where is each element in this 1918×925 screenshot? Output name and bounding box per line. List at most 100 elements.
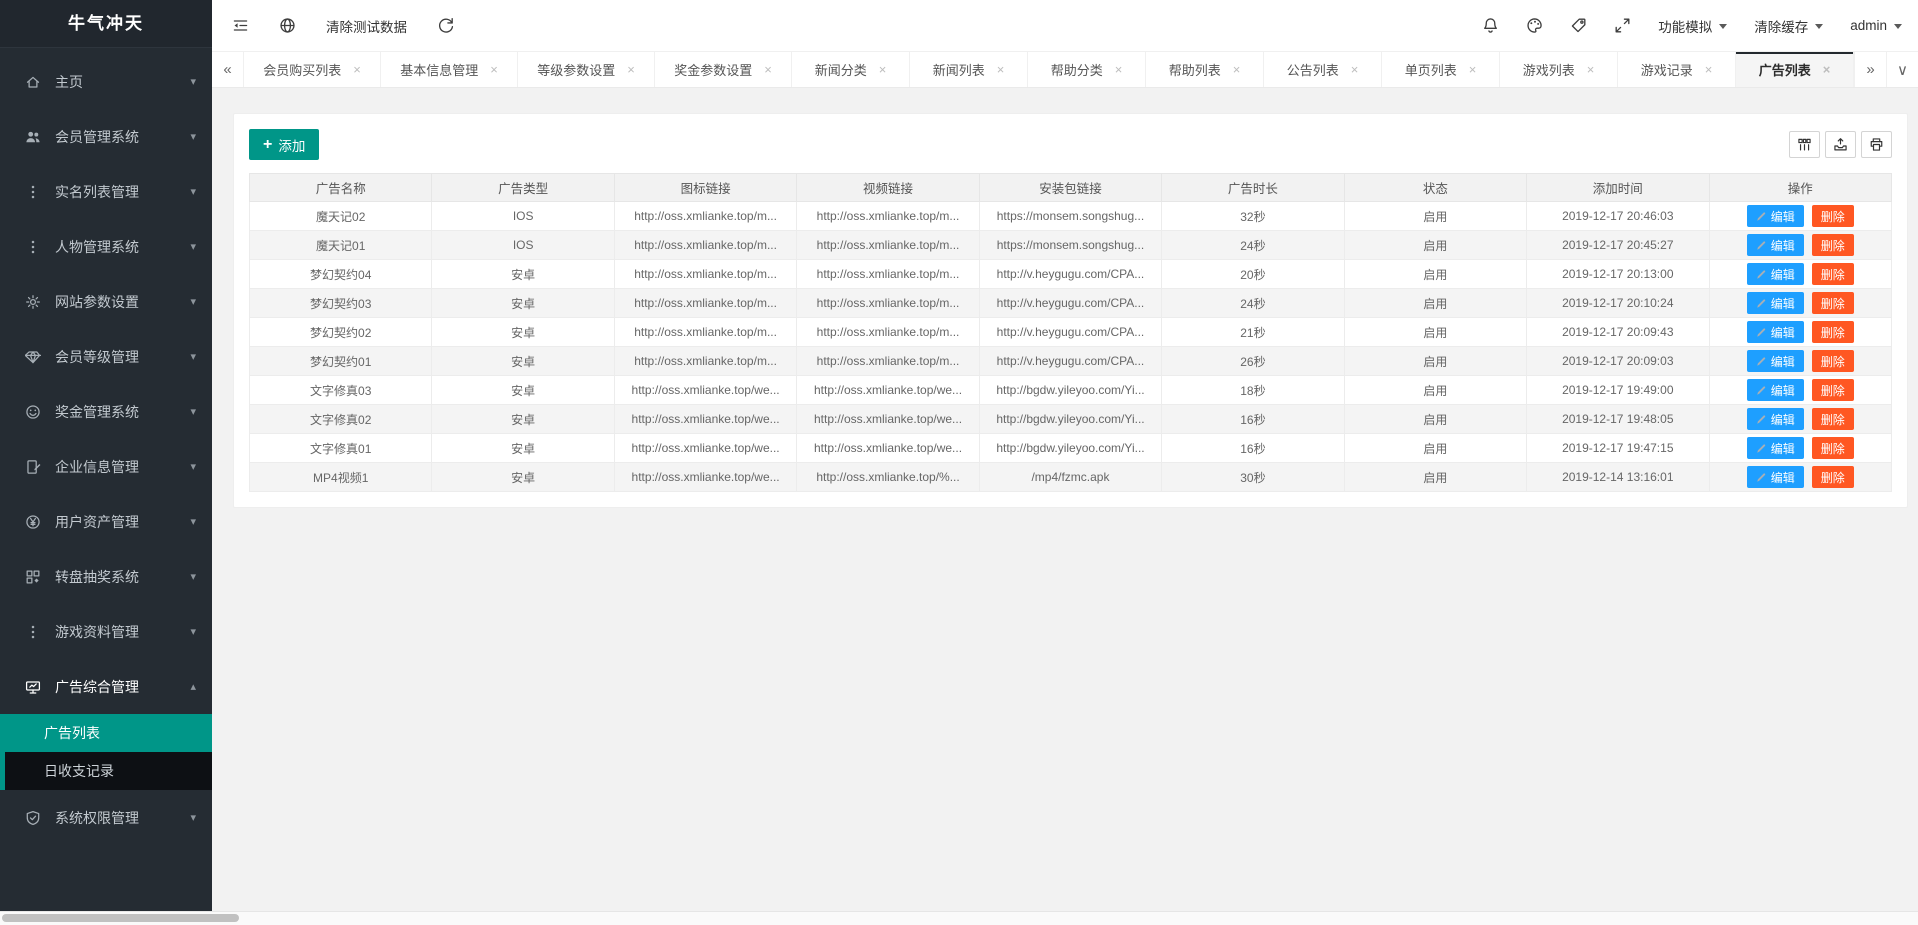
- shield-check-icon: [24, 810, 42, 826]
- cell-name: 梦幻契约01: [250, 347, 432, 376]
- tab[interactable]: 新闻分类×: [792, 52, 910, 87]
- edit-button[interactable]: 编辑: [1747, 205, 1804, 227]
- tab[interactable]: 公告列表×: [1264, 52, 1382, 87]
- close-icon[interactable]: ×: [353, 62, 361, 77]
- print-icon[interactable]: [1861, 131, 1892, 158]
- tag-icon[interactable]: [1570, 17, 1587, 34]
- display-icon: [24, 679, 42, 695]
- sidebar-item[interactable]: 广告综合管理▴: [0, 659, 212, 714]
- close-icon[interactable]: ×: [490, 62, 498, 77]
- cell-name: 文字修真01: [250, 434, 432, 463]
- chevron-down-icon: ▾: [190, 240, 196, 253]
- tab[interactable]: 基本信息管理×: [381, 52, 518, 87]
- tab[interactable]: 帮助分类×: [1028, 52, 1146, 87]
- tabs-scroll-left-button[interactable]: «: [212, 52, 244, 87]
- sidebar-item[interactable]: 实名列表管理▾: [0, 164, 212, 219]
- ad-list-panel: + 添加 广告名称广告类型图标链接视频链接安装包链接广告时长状态添加时间操作 魔…: [233, 113, 1908, 508]
- export-icon[interactable]: [1825, 131, 1856, 158]
- fullscreen-icon[interactable]: [1614, 17, 1631, 34]
- close-icon[interactable]: ×: [879, 62, 887, 77]
- tab[interactable]: 会员购买列表×: [244, 52, 381, 87]
- edit-button[interactable]: 编辑: [1747, 292, 1804, 314]
- edit-button[interactable]: 编辑: [1747, 234, 1804, 256]
- sidebar-item[interactable]: 系统权限管理▾: [0, 790, 212, 845]
- sidebar-item[interactable]: 主页▾: [0, 54, 212, 109]
- tab[interactable]: 帮助列表×: [1146, 52, 1264, 87]
- table-tools: [1789, 131, 1892, 158]
- delete-button-label: 删除: [1821, 440, 1845, 457]
- edit-button[interactable]: 编辑: [1747, 350, 1804, 372]
- tab[interactable]: 游戏列表×: [1500, 52, 1618, 87]
- tab[interactable]: 游戏记录×: [1618, 52, 1736, 87]
- tab[interactable]: 奖金参数设置×: [655, 52, 792, 87]
- close-icon[interactable]: ×: [997, 62, 1005, 77]
- globe-icon[interactable]: [279, 17, 296, 34]
- function-simulate-dropdown[interactable]: 功能模拟: [1658, 16, 1727, 36]
- sidebar-item[interactable]: 游戏资料管理▾: [0, 604, 212, 659]
- horizontal-scrollbar[interactable]: [0, 911, 1918, 925]
- tab[interactable]: 等级参数设置×: [518, 52, 655, 87]
- edit-button[interactable]: 编辑: [1747, 408, 1804, 430]
- sidebar-item[interactable]: 会员管理系统▾: [0, 109, 212, 164]
- cell-added-time: 2019-12-17 20:10:24: [1527, 289, 1709, 318]
- tab-label: 新闻列表: [933, 60, 985, 79]
- close-icon[interactable]: ×: [764, 62, 772, 77]
- tab[interactable]: 新闻列表 ×: [910, 52, 1028, 87]
- delete-button[interactable]: 删除: [1812, 408, 1854, 430]
- edit-button-label: 编辑: [1771, 237, 1795, 254]
- delete-button[interactable]: 删除: [1812, 234, 1854, 256]
- delete-button[interactable]: 删除: [1812, 321, 1854, 343]
- sidebar-item-label: 奖金管理系统: [55, 402, 190, 422]
- delete-button[interactable]: 删除: [1812, 292, 1854, 314]
- close-icon[interactable]: ×: [1233, 62, 1241, 77]
- sidebar-item[interactable]: 转盘抽奖系统▾: [0, 549, 212, 604]
- tab[interactable]: 广告列表×: [1736, 52, 1854, 87]
- delete-button[interactable]: 删除: [1812, 437, 1854, 459]
- bell-icon[interactable]: [1482, 17, 1499, 34]
- tabs-scroll-right-button[interactable]: »: [1854, 52, 1886, 87]
- ads-table: 广告名称广告类型图标链接视频链接安装包链接广告时长状态添加时间操作 魔天记02I…: [249, 173, 1892, 492]
- table-row: MP4视频1安卓http://oss.xmlianke.top/we...htt…: [250, 463, 1892, 492]
- edit-button[interactable]: 编辑: [1747, 466, 1804, 488]
- tabs-more-button[interactable]: ∨: [1886, 52, 1918, 87]
- sidebar-item[interactable]: 奖金管理系统▾: [0, 384, 212, 439]
- close-icon[interactable]: ×: [1705, 62, 1713, 77]
- clear-test-data-button[interactable]: 清除测试数据: [326, 16, 407, 36]
- scrollbar-thumb[interactable]: [2, 914, 239, 922]
- close-icon[interactable]: ×: [627, 62, 635, 77]
- pencil-icon: [1756, 414, 1767, 425]
- sidebar-submenu-item[interactable]: 日收支记录: [5, 752, 212, 790]
- add-button[interactable]: + 添加: [249, 129, 319, 160]
- sidebar-item[interactable]: 企业信息管理▾: [0, 439, 212, 494]
- cell-icon-link: http://oss.xmlianke.top/m...: [614, 318, 796, 347]
- cell-added-time: 2019-12-17 19:47:15: [1527, 434, 1709, 463]
- close-icon[interactable]: ×: [1351, 62, 1359, 77]
- close-icon[interactable]: ×: [1823, 62, 1831, 77]
- close-icon[interactable]: ×: [1469, 62, 1477, 77]
- clear-cache-dropdown[interactable]: 清除缓存: [1754, 16, 1823, 36]
- sidebar-item[interactable]: 人物管理系统▾: [0, 219, 212, 274]
- sidebar-item[interactable]: 用户资产管理▾: [0, 494, 212, 549]
- edit-button[interactable]: 编辑: [1747, 379, 1804, 401]
- columns-filter-icon[interactable]: [1789, 131, 1820, 158]
- edit-button[interactable]: 编辑: [1747, 263, 1804, 285]
- close-icon[interactable]: ×: [1115, 62, 1123, 77]
- sidebar-item[interactable]: 网站参数设置▾: [0, 274, 212, 329]
- sidebar-item[interactable]: 会员等级管理▾: [0, 329, 212, 384]
- delete-button[interactable]: 删除: [1812, 379, 1854, 401]
- palette-icon[interactable]: [1526, 17, 1543, 34]
- delete-button[interactable]: 删除: [1812, 205, 1854, 227]
- refresh-icon[interactable]: [437, 17, 454, 34]
- sidebar-submenu-item[interactable]: 广告列表: [5, 714, 212, 752]
- collapse-sidebar-icon[interactable]: [232, 17, 249, 34]
- close-icon[interactable]: ×: [1587, 62, 1595, 77]
- tab[interactable]: 单页列表×: [1382, 52, 1500, 87]
- cell-duration: 24秒: [1162, 289, 1344, 318]
- delete-button[interactable]: 删除: [1812, 263, 1854, 285]
- delete-button[interactable]: 删除: [1812, 466, 1854, 488]
- edit-button[interactable]: 编辑: [1747, 437, 1804, 459]
- delete-button[interactable]: 删除: [1812, 350, 1854, 372]
- edit-button[interactable]: 编辑: [1747, 321, 1804, 343]
- pencil-icon: [1756, 269, 1767, 280]
- admin-user-dropdown[interactable]: admin: [1850, 18, 1902, 33]
